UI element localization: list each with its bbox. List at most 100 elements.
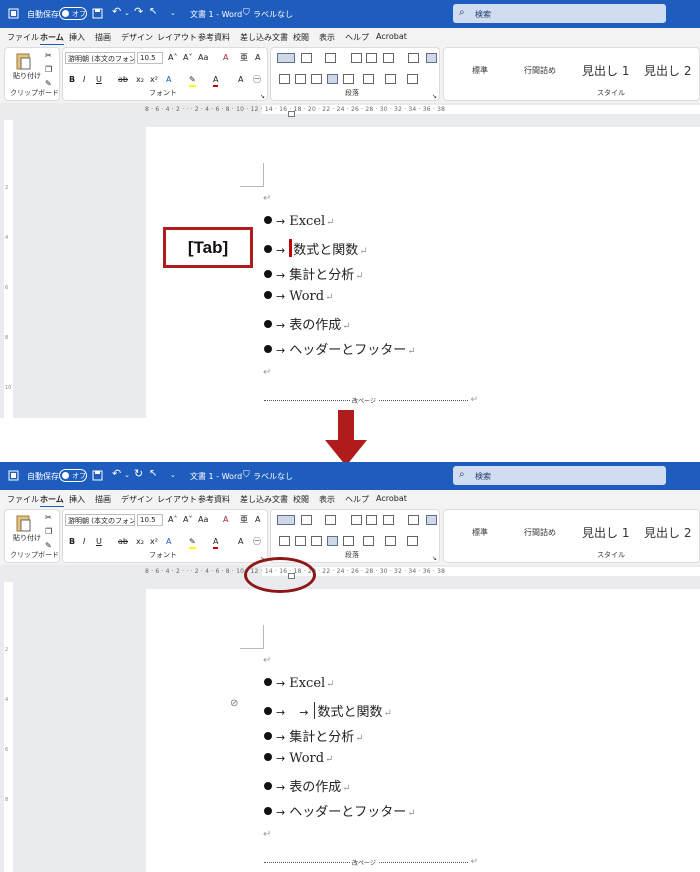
tab-mailings[interactable]: 差し込み文書 xyxy=(240,32,288,43)
copy-icon[interactable]: ❐ xyxy=(45,65,52,75)
tab-home[interactable]: ホーム xyxy=(40,32,64,46)
font-size-select[interactable]: 10.5 xyxy=(137,52,163,64)
paragraph-dialog-launcher-icon[interactable]: ↘ xyxy=(432,92,437,102)
font-name-select[interactable]: 游明朝 (本文のフォン xyxy=(65,52,135,64)
tab-insert[interactable]: 挿入 xyxy=(69,32,85,43)
shield-icon[interactable]: ⛉ xyxy=(243,470,250,480)
undo-icon[interactable]: ↶ xyxy=(112,5,121,18)
list-item[interactable]: → 集計と分析↵ xyxy=(264,726,364,746)
superscript-icon[interactable]: x² xyxy=(150,75,158,85)
search-box[interactable]: ⌕ 検索 xyxy=(453,4,666,23)
bullets-icon[interactable] xyxy=(277,515,295,525)
style-heading-1[interactable]: 見出し 1 xyxy=(582,62,629,79)
text-effects-icon[interactable]: A xyxy=(166,537,171,547)
align-center-icon[interactable] xyxy=(295,536,306,546)
asian-layout-icon[interactable] xyxy=(383,53,394,63)
list-item[interactable]: → Excel↵ xyxy=(264,676,335,696)
decrease-indent-icon[interactable] xyxy=(351,53,362,63)
undo-dropdown-icon[interactable]: ⌄ xyxy=(124,471,130,479)
tab-design[interactable]: デザイン xyxy=(121,32,153,43)
shield-icon[interactable]: ⛉ xyxy=(243,8,250,18)
tab-layout[interactable]: レイアウト xyxy=(157,494,197,505)
style-heading-2[interactable]: 見出し 2 xyxy=(644,62,691,79)
text-effects-icon[interactable]: A xyxy=(166,75,171,85)
repeat-icon[interactable]: ↻ xyxy=(134,467,143,480)
undo-dropdown-icon[interactable]: ⌄ xyxy=(124,9,130,17)
list-item[interactable]: → 集計と分析↵ xyxy=(264,264,364,284)
list-item[interactable]: → ヘッダーとフッター↵ xyxy=(264,339,416,359)
list-item[interactable]: → 表の作成↵ xyxy=(264,314,351,334)
save-icon[interactable] xyxy=(92,470,103,481)
customize-qat-icon[interactable]: ⌄ xyxy=(170,9,176,17)
list-item[interactable]: → Word↵ xyxy=(264,751,333,771)
highlight-icon[interactable]: ✎ xyxy=(189,75,196,87)
justify-icon[interactable] xyxy=(327,74,338,84)
list-item[interactable]: → Excel↵ xyxy=(264,214,335,234)
undo-icon[interactable]: ↶ xyxy=(112,467,121,480)
bold-icon[interactable]: B xyxy=(69,75,75,85)
increase-indent-icon[interactable] xyxy=(366,53,377,63)
tab-review[interactable]: 校閲 xyxy=(293,494,309,505)
font-color-icon[interactable]: A xyxy=(213,75,219,87)
indent-marker[interactable] xyxy=(288,111,295,117)
justify-icon[interactable] xyxy=(327,536,338,546)
tab-view[interactable]: 表示 xyxy=(319,494,335,505)
align-center-icon[interactable] xyxy=(295,74,306,84)
autocorrect-options-icon[interactable]: ⊘ xyxy=(230,698,238,709)
sensitivity-label[interactable]: ラベルなし xyxy=(253,471,293,482)
font-name-select[interactable]: 游明朝 (本文のフォン xyxy=(65,514,135,526)
decrease-indent-icon[interactable] xyxy=(351,515,362,525)
paragraph-shading-icon[interactable] xyxy=(385,74,396,84)
shrink-font-icon[interactable]: A˅ xyxy=(183,53,192,63)
pointer-icon[interactable]: ↖ xyxy=(149,6,157,17)
italic-icon[interactable]: I xyxy=(83,537,85,547)
phonetic-guide-icon[interactable]: 亜 xyxy=(240,515,248,525)
shading-icon[interactable]: A xyxy=(238,537,243,547)
character-border-icon[interactable]: A xyxy=(255,53,260,63)
tab-layout[interactable]: レイアウト xyxy=(157,32,197,43)
tab-acrobat[interactable]: Acrobat xyxy=(376,32,407,41)
tab-mailings[interactable]: 差し込み文書 xyxy=(240,494,288,505)
horizontal-ruler[interactable]: 8 · 6 · 4 · 2 · · · 2 · 4 · 6 · 8 · 10 ·… xyxy=(0,103,700,117)
numbering-icon[interactable] xyxy=(301,515,312,525)
sort-icon[interactable] xyxy=(408,53,419,63)
tab-file[interactable]: ファイル xyxy=(7,32,39,43)
tab-references[interactable]: 参考資料 xyxy=(198,494,230,505)
list-item[interactable]: → Word↵ xyxy=(264,289,333,309)
shrink-font-icon[interactable]: A˅ xyxy=(183,515,192,525)
horizontal-ruler[interactable]: 8 · 6 · 4 · 2 · · · 2 · 4 · 6 · 8 · 10 ·… xyxy=(0,565,700,579)
underline-icon[interactable]: U xyxy=(96,537,102,547)
paragraph-dialog-launcher-icon[interactable]: ↘ xyxy=(432,554,437,564)
strikethrough-icon[interactable]: ab xyxy=(118,537,128,547)
italic-icon[interactable]: I xyxy=(83,75,85,85)
font-size-select[interactable]: 10.5 xyxy=(137,514,163,526)
paste-icon[interactable] xyxy=(15,51,33,71)
tab-help[interactable]: ヘルプ xyxy=(345,494,369,505)
save-icon[interactable] xyxy=(92,8,103,19)
document-page[interactable]: ↵ → Excel↵ → → 数式と関数↵ → 集計と分析↵ → Word↵ → 表の作成↵… xyxy=(146,589,700,872)
sort-icon[interactable] xyxy=(408,515,419,525)
tab-insert[interactable]: 挿入 xyxy=(69,494,85,505)
align-right-icon[interactable] xyxy=(311,536,322,546)
redo-icon[interactable]: ↷ xyxy=(134,5,143,18)
search-box[interactable]: ⌕ 検索 xyxy=(453,466,666,485)
tab-file[interactable]: ファイル xyxy=(7,494,39,505)
tab-references[interactable]: 参考資料 xyxy=(198,32,230,43)
tab-view[interactable]: 表示 xyxy=(319,32,335,43)
line-spacing-icon[interactable] xyxy=(363,74,374,84)
asian-layout-icon[interactable] xyxy=(383,515,394,525)
list-item[interactable]: → → 数式と関数↵ xyxy=(264,701,392,721)
paste-button[interactable]: 貼り付け xyxy=(13,71,41,81)
tab-review[interactable]: 校閲 xyxy=(293,32,309,43)
grow-font-icon[interactable]: A˄ xyxy=(168,515,177,525)
numbering-icon[interactable] xyxy=(301,53,312,63)
pointer-icon[interactable]: ↖ xyxy=(149,468,157,479)
distributed-icon[interactable] xyxy=(343,536,354,546)
multilevel-list-icon[interactable] xyxy=(325,53,336,63)
enclose-characters-icon[interactable]: ㊀ xyxy=(253,75,261,85)
bold-icon[interactable]: B xyxy=(69,537,75,547)
grow-font-icon[interactable]: A˄ xyxy=(168,53,177,63)
font-dialog-launcher-icon[interactable]: ↘ xyxy=(260,92,265,102)
change-case-icon[interactable]: Aa xyxy=(198,515,208,525)
borders-icon[interactable] xyxy=(407,536,418,546)
